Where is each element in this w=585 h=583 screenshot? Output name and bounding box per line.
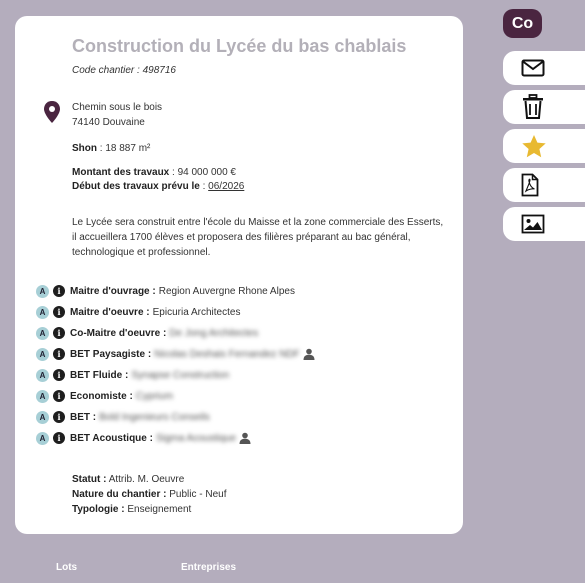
project-description: Le Lycée sera construit entre l'école du… <box>72 217 444 258</box>
amount-value: : 94 000 000 € <box>169 167 236 178</box>
statut-field: Statut : Attrib. M. Oeuvre <box>72 474 184 485</box>
actor-type-badge[interactable]: A <box>36 326 49 340</box>
actor-value[interactable]: Epicuria Architectes <box>153 307 241 318</box>
person-icon[interactable] <box>239 432 251 444</box>
actor-role: BET Fluide : <box>70 369 129 381</box>
actor-row: Ai BET Acoustique : Sigma Acoustique <box>36 431 251 445</box>
actor-type-badge[interactable]: A <box>36 410 49 424</box>
start-field: Début des travaux prévu le : 06/2026 <box>72 181 244 192</box>
project-card: Construction du Lycée du bas chablais Co… <box>15 16 463 534</box>
start-sep: : <box>199 181 209 192</box>
actor-row: Ai Co-Maitre d'oeuvre : De Jong Architecte… <box>36 326 258 340</box>
nature-value: Public - Neuf <box>169 489 227 500</box>
person-icon[interactable] <box>303 348 315 360</box>
image-icon <box>521 214 545 234</box>
mail-button[interactable] <box>503 51 585 85</box>
map-pin-icon <box>44 101 60 123</box>
pdf-icon <box>521 173 539 197</box>
info-icon[interactable]: i <box>53 390 65 402</box>
actor-type-badge[interactable]: A <box>36 368 49 382</box>
actor-row: Ai BET Fluide : Synapse Construction <box>36 368 229 382</box>
delete-button[interactable] <box>503 90 585 124</box>
star-icon <box>522 134 546 157</box>
actor-row: Ai Maitre d'oeuvre : Epicuria Architectes <box>36 305 240 319</box>
actor-value[interactable]: Region Auvergne Rhone Alpes <box>159 286 295 297</box>
image-button[interactable] <box>503 207 585 241</box>
start-date-link[interactable]: 06/2026 <box>208 181 244 192</box>
statut-value: Attrib. M. Oeuvre <box>108 474 185 485</box>
actor-value[interactable]: Cyprium <box>136 391 173 402</box>
info-icon[interactable]: i <box>53 306 65 318</box>
actor-type-badge[interactable]: A <box>36 431 49 445</box>
amount-field: Montant des travaux : 94 000 000 € <box>72 167 236 178</box>
typologie-value: Enseignement <box>127 504 192 515</box>
actor-row: Ai Economiste : Cyprium <box>36 389 173 403</box>
typologie-label: Typologie : <box>72 504 125 515</box>
actor-value[interactable]: Sigma Acoustique <box>156 433 236 444</box>
actor-role: BET Paysagiste : <box>70 348 152 360</box>
info-icon[interactable]: i <box>53 369 65 381</box>
trash-icon <box>523 94 543 119</box>
actor-value[interactable]: Synapse Construction <box>131 370 229 381</box>
typologie-field: Typologie : Enseignement <box>72 504 191 515</box>
address-line2: 74140 Douvaine <box>72 117 145 128</box>
actor-role: Economiste : <box>70 390 133 402</box>
shon-label: Shon <box>72 143 97 154</box>
actor-role: BET : <box>70 411 97 423</box>
actor-role: BET Acoustique : <box>70 432 153 444</box>
actor-type-badge[interactable]: A <box>36 389 49 403</box>
actor-value[interactable]: Nicolas Deshais Fernandez NDF <box>154 349 300 360</box>
actor-row: Ai BET Paysagiste : Nicolas Deshais Fernan… <box>36 347 315 361</box>
address-line1: Chemin sous le bois <box>72 102 163 113</box>
info-icon[interactable]: i <box>53 327 65 339</box>
pdf-button[interactable] <box>503 168 585 202</box>
nature-field: Nature du chantier : Public - Neuf <box>72 489 227 500</box>
tab-entreprises[interactable]: Entreprises <box>181 562 236 573</box>
project-address: Chemin sous le bois 74140 Douvaine <box>72 100 162 130</box>
amount-label: Montant des travaux <box>72 167 170 178</box>
actor-type-badge[interactable]: A <box>36 284 49 298</box>
info-icon[interactable]: i <box>53 285 65 297</box>
actor-role: Co-Maitre d'oeuvre : <box>70 327 167 339</box>
info-icon[interactable]: i <box>53 411 65 423</box>
actor-row: Ai Maitre d'ouvrage : Region Auvergne Rhon… <box>36 284 295 298</box>
actor-value[interactable]: De Jong Architectes <box>169 328 258 339</box>
favorite-button[interactable] <box>503 129 585 163</box>
actor-type-badge[interactable]: A <box>36 347 49 361</box>
actor-role: Maitre d'oeuvre : <box>70 306 150 318</box>
shon-value: : 18 887 m² <box>97 143 151 154</box>
co-button[interactable]: Co <box>503 9 542 38</box>
tab-lots[interactable]: Lots <box>56 562 77 573</box>
info-icon[interactable]: i <box>53 432 65 444</box>
actor-row: Ai BET : Bold Ingenieurs Conseils <box>36 410 210 424</box>
statut-label: Statut : <box>72 474 107 485</box>
start-label: Début des travaux prévu le <box>72 181 200 192</box>
shon-field: Shon : 18 887 m² <box>72 143 150 154</box>
actor-role: Maitre d'ouvrage : <box>70 285 156 297</box>
actor-type-badge[interactable]: A <box>36 305 49 319</box>
project-title: Construction du Lycée du bas chablais <box>72 36 407 56</box>
nature-label: Nature du chantier : <box>72 489 167 500</box>
project-code: Code chantier : 498716 <box>72 65 176 76</box>
actor-value[interactable]: Bold Ingenieurs Conseils <box>99 412 210 423</box>
info-icon[interactable]: i <box>53 348 65 360</box>
mail-icon <box>521 59 545 77</box>
